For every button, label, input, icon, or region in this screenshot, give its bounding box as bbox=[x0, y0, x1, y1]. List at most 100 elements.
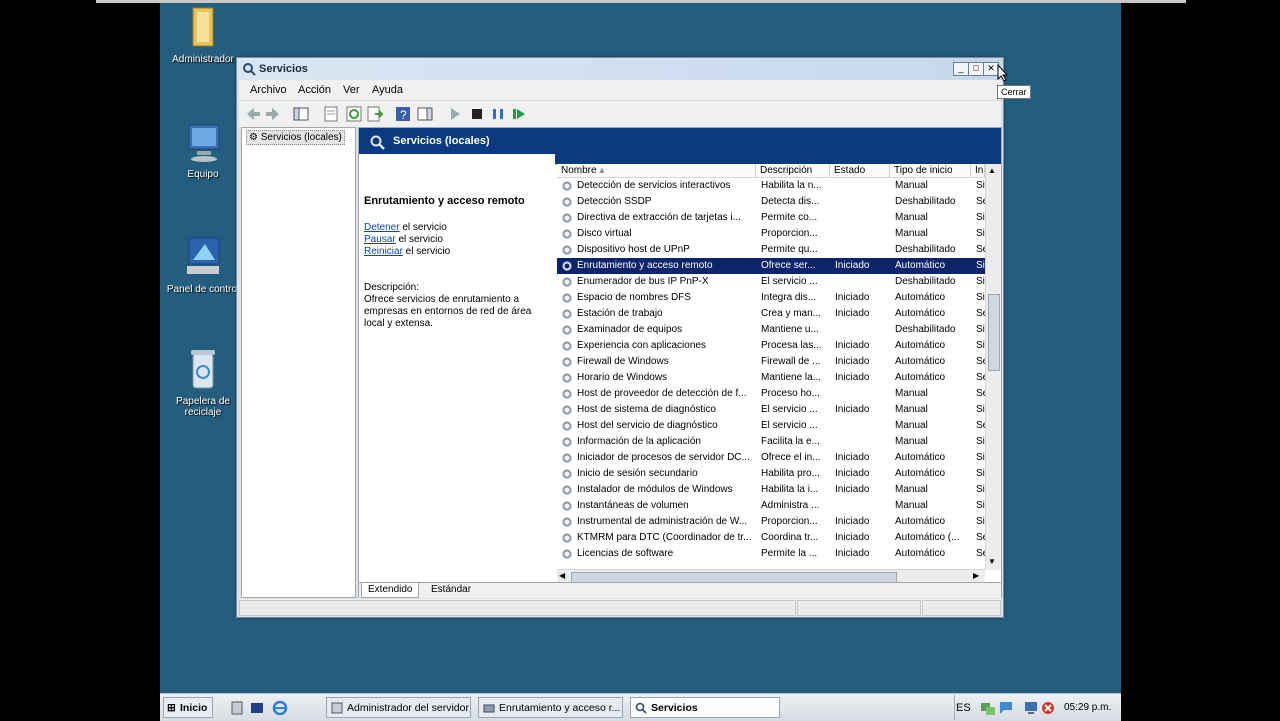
desktop-icon-label: Papelera de reciclaje bbox=[176, 396, 230, 418]
forward-icon[interactable] bbox=[265, 106, 281, 122]
table-row[interactable]: Detección SSDP Detecta dis... Deshabilitad… bbox=[557, 194, 987, 210]
internet-explorer-icon[interactable] bbox=[272, 700, 288, 716]
tab-estandar[interactable]: Estándar bbox=[425, 583, 477, 597]
table-row[interactable]: Licencias de software Permite la ... Inici… bbox=[557, 546, 987, 562]
back-icon[interactable] bbox=[245, 106, 261, 122]
column-header-descripcion[interactable]: Descripción bbox=[756, 164, 830, 178]
table-row-selected[interactable]: Enrutamiento y acceso remoto Ofrece ser..… bbox=[557, 258, 987, 274]
cell-tipo-inicio: Manual bbox=[895, 228, 928, 239]
cell-descripcion: El servicio ... bbox=[761, 276, 818, 287]
table-row[interactable]: Horario de Windows Mantiene la... Iniciado… bbox=[557, 370, 987, 386]
language-indicator[interactable]: ES bbox=[956, 702, 971, 714]
action-center-tray-icon[interactable] bbox=[998, 700, 1014, 716]
task-enrutamiento[interactable]: Enrutamiento y acceso r... bbox=[478, 697, 623, 718]
stop-service-icon[interactable] bbox=[469, 106, 485, 122]
powershell-quicklaunch-icon[interactable] bbox=[250, 701, 264, 715]
start-button[interactable]: ⊞ Inicio bbox=[163, 697, 213, 718]
scroll-right-icon[interactable]: ▶ bbox=[973, 571, 979, 580]
minimize-button[interactable]: _ bbox=[953, 62, 969, 76]
tab-extendido[interactable]: Extendido bbox=[361, 583, 420, 598]
menu-ver[interactable]: Ver bbox=[343, 84, 360, 96]
column-header-nombre[interactable]: Nombre ▴ bbox=[557, 164, 756, 178]
scroll-left-icon[interactable]: ◀ bbox=[559, 571, 565, 580]
table-row[interactable]: Inicio de sesión secundario Habilita pro.… bbox=[557, 466, 987, 482]
console-tree-icon[interactable] bbox=[293, 106, 309, 122]
vertical-scrollbar[interactable]: ▲ ▼ bbox=[985, 164, 1001, 570]
alert-tray-icon[interactable] bbox=[1040, 700, 1056, 716]
table-row[interactable]: Firewall de Windows Firewall de ... Inicia… bbox=[557, 354, 987, 370]
table-row[interactable]: Host de sistema de diagnóstico El servici… bbox=[557, 402, 987, 418]
gear-icon bbox=[562, 517, 572, 527]
pause-service-icon[interactable] bbox=[490, 106, 506, 122]
refresh-icon[interactable] bbox=[346, 106, 362, 122]
table-row[interactable]: Dispositivo host de UPnP Permite qu... Des… bbox=[557, 242, 987, 258]
table-row[interactable]: Detección de servicios interactivos Habil… bbox=[557, 178, 987, 194]
column-header-estado[interactable]: Estado bbox=[830, 164, 890, 178]
cell-nombre: Directiva de extracción de tarjetas i... bbox=[577, 212, 741, 223]
action-text: el servicio bbox=[402, 246, 451, 257]
table-row[interactable]: Iniciador de procesos de servidor DC... O… bbox=[557, 450, 987, 466]
cell-estado: Iniciado bbox=[835, 532, 870, 543]
table-row[interactable]: Instalador de módulos de Windows Habilita… bbox=[557, 482, 987, 498]
stop-link[interactable]: Detener bbox=[364, 222, 400, 233]
properties-icon[interactable] bbox=[323, 106, 339, 122]
desktop-icon-papelera[interactable]: Papelera de reciclaje bbox=[163, 348, 243, 418]
menu-accion[interactable]: Acción bbox=[298, 84, 331, 96]
cell-tipo-inicio: Deshabilitado bbox=[895, 196, 956, 207]
desktop-icon-administrador[interactable]: Administrador bbox=[163, 6, 243, 65]
table-row[interactable]: Espacio de nombres DFS Integra dis... Inic… bbox=[557, 290, 987, 306]
table-row[interactable]: Información de la aplicación Facilita la … bbox=[557, 434, 987, 450]
action-text: el servicio bbox=[395, 234, 443, 245]
table-row[interactable]: Disco virtual Proporcion... Manual Si bbox=[557, 226, 987, 242]
cell-tipo-inicio: Automático bbox=[895, 468, 946, 479]
desktop-icon-panel-de-control[interactable]: Panel de control bbox=[163, 236, 243, 295]
table-row[interactable]: KTMRM para DTC (Coordinador de tr... Coor… bbox=[557, 530, 987, 546]
task-label: Servicios bbox=[651, 702, 698, 714]
pause-link[interactable]: Pausar bbox=[364, 234, 396, 245]
cell-nombre: Host del servicio de diagnóstico bbox=[577, 420, 718, 431]
start-service-icon[interactable] bbox=[447, 106, 463, 122]
maximize-button[interactable]: □ bbox=[968, 62, 984, 76]
network-tray-icon[interactable] bbox=[980, 700, 996, 716]
admin-folder-icon bbox=[192, 7, 214, 47]
menu-archivo[interactable]: Archivo bbox=[250, 84, 287, 96]
table-row[interactable]: Host del servicio de diagnóstico El servi… bbox=[557, 418, 987, 434]
window-titlebar[interactable]: Servicios _ □ ✕ bbox=[237, 58, 1003, 80]
table-row[interactable]: Estación de trabajo Crea y man... Iniciado… bbox=[557, 306, 987, 322]
cell-nombre: Experiencia con aplicaciones bbox=[577, 340, 706, 351]
column-header-tipo-inicio[interactable]: Tipo de inicio bbox=[890, 164, 971, 178]
help-icon[interactable]: ? bbox=[395, 106, 411, 122]
table-row[interactable]: Directiva de extracción de tarjetas i...… bbox=[557, 210, 987, 226]
export-list-icon[interactable] bbox=[367, 106, 383, 122]
pane-header: Servicios (locales) bbox=[359, 128, 1001, 154]
action-text: el servicio bbox=[399, 222, 447, 233]
table-row[interactable]: Enumerador de bus IP PnP-X El servicio ..… bbox=[557, 274, 987, 290]
monitor-tray-icon[interactable] bbox=[1024, 700, 1040, 716]
services-gear-icon bbox=[243, 63, 256, 76]
desktop-icon-label: Panel de control bbox=[166, 284, 240, 295]
tree-node-servicios-locales[interactable]: ⚙ Servicios (locales) bbox=[246, 130, 345, 145]
column-header-inicio-sesion[interactable]: In bbox=[971, 164, 985, 178]
restart-service-icon[interactable] bbox=[511, 106, 527, 122]
cell-estado: Iniciado bbox=[835, 340, 870, 351]
table-row[interactable]: Instantáneas de volumen Administra ... Man… bbox=[557, 498, 987, 514]
scroll-down-icon[interactable]: ▼ bbox=[988, 557, 996, 566]
restart-link[interactable]: Reiniciar bbox=[364, 246, 403, 257]
table-row[interactable]: Instrumental de administración de W... Pr… bbox=[557, 514, 987, 530]
gear-icon bbox=[562, 213, 572, 223]
clock[interactable]: 05:29 p.m. bbox=[1064, 702, 1111, 713]
server-manager-quicklaunch-icon[interactable] bbox=[230, 701, 244, 715]
services-icon bbox=[635, 702, 647, 714]
scroll-thumb[interactable] bbox=[988, 294, 1000, 371]
table-row[interactable]: Host de proveedor de detección de f... Pr… bbox=[557, 386, 987, 402]
gear-icon bbox=[562, 197, 572, 207]
task-servicios[interactable]: Servicios bbox=[630, 697, 780, 718]
desktop-icon-equipo[interactable]: Equipo bbox=[163, 121, 243, 180]
table-row[interactable]: Examinador de equipos Mantiene u... Deshab… bbox=[557, 322, 987, 338]
action-pane-icon[interactable] bbox=[417, 106, 433, 122]
menu-ayuda[interactable]: Ayuda bbox=[372, 84, 403, 96]
table-row[interactable]: Experiencia con aplicaciones Procesa las.… bbox=[557, 338, 987, 354]
cell-descripcion: Proporcion... bbox=[761, 516, 818, 527]
scroll-up-icon[interactable]: ▲ bbox=[988, 166, 996, 175]
task-administrador-servidor[interactable]: Administrador del servidor bbox=[326, 697, 471, 718]
